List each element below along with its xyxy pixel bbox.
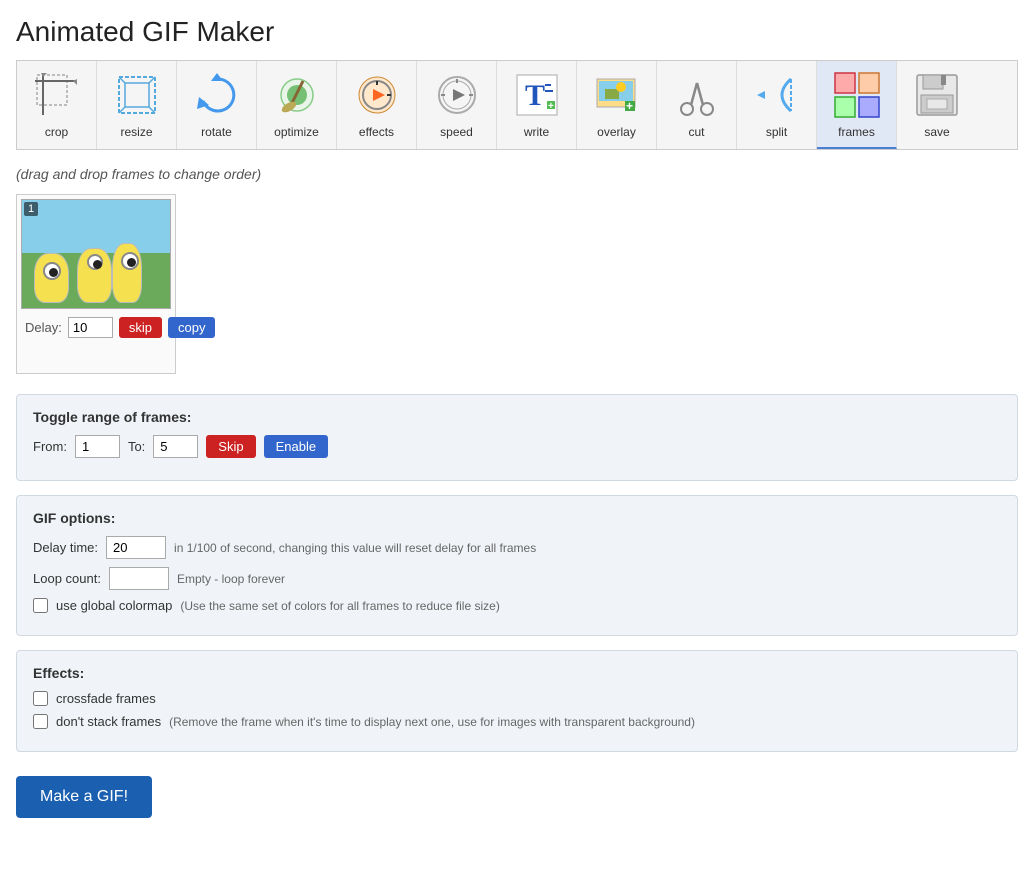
range-skip-button[interactable]: Skip (206, 435, 255, 458)
frame-image: 1 (21, 199, 171, 309)
toolbar-label-split: split (766, 125, 787, 139)
toolbar-item-crop[interactable]: crop (17, 61, 97, 149)
gif-options-section: GIF options: Delay time: in 1/100 of sec… (16, 495, 1018, 636)
gif-options-title: GIF options: (33, 510, 1001, 526)
delay-input[interactable] (68, 317, 113, 338)
to-input[interactable] (153, 435, 198, 458)
toolbar: crop resize rotate (16, 60, 1018, 150)
no-stack-hint: (Remove the frame when it's time to disp… (169, 715, 695, 729)
from-input[interactable] (75, 435, 120, 458)
frame-controls: Delay: skip copy (21, 315, 171, 340)
toolbar-item-resize[interactable]: resize (97, 61, 177, 149)
toolbar-label-cut: cut (688, 125, 704, 139)
svg-text:T: T (525, 79, 545, 112)
delay-row: Delay time: in 1/100 of second, changing… (33, 536, 1001, 559)
page-title: Animated GIF Maker (16, 16, 1018, 48)
colormap-checkbox[interactable] (33, 598, 48, 613)
frame-number: 1 (24, 202, 38, 216)
speed-icon (431, 69, 483, 121)
optimize-icon (271, 69, 323, 121)
effects-icon (351, 69, 403, 121)
from-label: From: (33, 439, 67, 454)
toolbar-item-speed[interactable]: speed (417, 61, 497, 149)
delay-hint: in 1/100 of second, changing this value … (174, 541, 536, 555)
crossfade-label: crossfade frames (56, 691, 156, 706)
toolbar-item-split[interactable]: split (737, 61, 817, 149)
toolbar-label-speed: speed (440, 125, 473, 139)
crossfade-checkbox[interactable] (33, 691, 48, 706)
copy-button[interactable]: copy (168, 317, 215, 338)
toolbar-label-save: save (924, 125, 949, 139)
overlay-icon: + (591, 69, 643, 121)
toggle-range-row: From: To: Skip Enable (33, 435, 1001, 458)
toolbar-label-write: write (524, 125, 549, 139)
frames-icon (831, 69, 883, 121)
crossfade-row: crossfade frames (33, 691, 1001, 706)
toggle-range-section: Toggle range of frames: From: To: Skip E… (16, 394, 1018, 481)
toolbar-label-overlay: overlay (597, 125, 636, 139)
loop-hint: Empty - loop forever (177, 572, 285, 586)
cut-icon (671, 69, 723, 121)
save-icon (911, 69, 963, 121)
colormap-label: use global colormap (56, 598, 172, 613)
effects-section: Effects: crossfade frames don't stack fr… (16, 650, 1018, 752)
rotate-icon (191, 69, 243, 121)
colormap-row: use global colormap (Use the same set of… (33, 598, 1001, 613)
colormap-hint: (Use the same set of colors for all fram… (180, 599, 499, 613)
resize-icon (111, 69, 163, 121)
toolbar-item-rotate[interactable]: rotate (177, 61, 257, 149)
delay-label: Delay: (25, 320, 62, 335)
loop-input[interactable] (109, 567, 169, 590)
svg-text:+: + (626, 99, 633, 113)
toolbar-label-resize: resize (120, 125, 152, 139)
no-stack-label: don't stack frames (56, 714, 161, 729)
toolbar-label-frames: frames (838, 125, 875, 139)
toolbar-item-write[interactable]: T + write (497, 61, 577, 149)
toggle-range-title: Toggle range of frames: (33, 409, 1001, 425)
frames-area: 1 Delay: skip copy (16, 194, 1018, 374)
skip-button[interactable]: skip (119, 317, 162, 338)
write-icon: T + (511, 69, 563, 121)
toolbar-item-overlay[interactable]: + overlay (577, 61, 657, 149)
loop-label: Loop count: (33, 571, 101, 586)
split-icon (751, 69, 803, 121)
delay-time-label: Delay time: (33, 540, 98, 555)
make-gif-button[interactable]: Make a GIF! (16, 776, 152, 818)
toolbar-item-save[interactable]: save (897, 61, 977, 149)
toolbar-label-crop: crop (45, 125, 68, 139)
loop-row: Loop count: Empty - loop forever (33, 567, 1001, 590)
toolbar-item-effects[interactable]: effects (337, 61, 417, 149)
no-stack-row: don't stack frames (Remove the frame whe… (33, 714, 1001, 729)
effects-title: Effects: (33, 665, 1001, 681)
delay-time-input[interactable] (106, 536, 166, 559)
toolbar-item-cut[interactable]: cut (657, 61, 737, 149)
crop-icon (31, 69, 83, 121)
toolbar-label-effects: effects (359, 125, 394, 139)
range-enable-button[interactable]: Enable (264, 435, 328, 458)
frame-card[interactable]: 1 Delay: skip copy (16, 194, 176, 374)
svg-text:+: + (548, 101, 554, 112)
drag-hint: (drag and drop frames to change order) (16, 166, 1018, 182)
toolbar-label-optimize: optimize (274, 125, 319, 139)
to-label: To: (128, 439, 145, 454)
toolbar-label-rotate: rotate (201, 125, 232, 139)
toolbar-item-optimize[interactable]: optimize (257, 61, 337, 149)
no-stack-checkbox[interactable] (33, 714, 48, 729)
toolbar-item-frames[interactable]: frames (817, 61, 897, 149)
